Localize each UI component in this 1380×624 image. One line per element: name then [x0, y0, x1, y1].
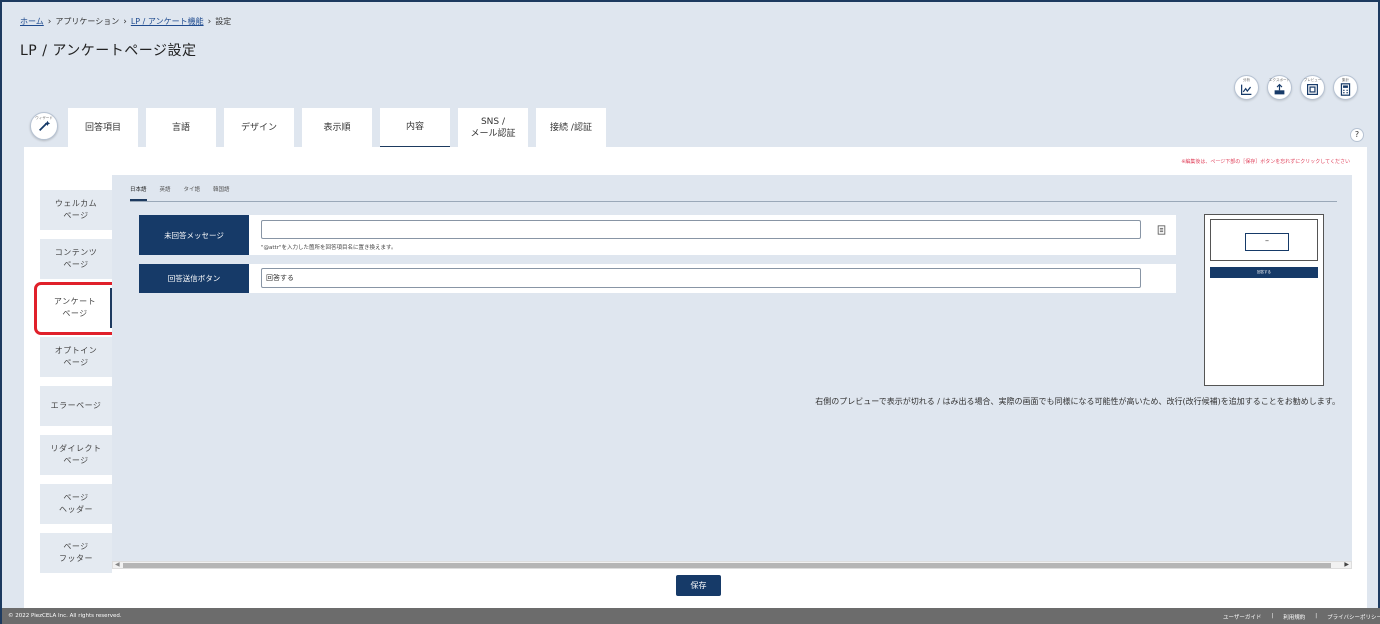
- lang-tab-korean[interactable]: 韓国語: [213, 185, 230, 201]
- nav-item-optin[interactable]: オプトイン ページ: [40, 337, 112, 377]
- preview-button[interactable]: プレビュー: [1300, 75, 1325, 100]
- preview-submit-button: 回答する: [1210, 267, 1318, 278]
- preview-message-box: –: [1210, 219, 1318, 261]
- save-button[interactable]: 保存: [676, 575, 721, 596]
- unanswered-message-input[interactable]: [261, 220, 1141, 239]
- submit-button-text-input[interactable]: 回答する: [261, 268, 1141, 288]
- tab-sns-mail-auth[interactable]: SNS / メール認証: [458, 108, 528, 148]
- top-icon-group: 分析 エクスポート プレビュー 集計: [1234, 75, 1358, 100]
- nav-item-welcome[interactable]: ウェルカム ページ: [40, 190, 112, 230]
- calculator-button-label: 集計: [1342, 78, 1349, 82]
- nav-item-footer[interactable]: ページ フッター: [40, 533, 112, 573]
- nav-label: ウェルカム: [54, 199, 98, 208]
- save-warning: ※編集後は、ページ下部の［保存］ボタンを忘れずにクリックしてください: [1181, 159, 1350, 165]
- nav-label: リダイレクト: [50, 444, 102, 453]
- nav-label: オプトイン: [54, 346, 98, 355]
- page-nav: ウェルカム ページ コンテンツ ページ アンケート ページ オプトイン ページ エラーペ…: [34, 190, 126, 582]
- chart-button[interactable]: 分析: [1234, 75, 1259, 100]
- nav-label: ページ: [63, 542, 89, 551]
- breadcrumb-lp-link[interactable]: LP / アンケート機能: [131, 16, 204, 27]
- language-tabs: 日本語 英語 タイ語 韓国語: [130, 185, 230, 201]
- nav-label: ページ: [63, 456, 89, 465]
- page-title: LP / アンケートページ設定: [20, 43, 197, 59]
- breadcrumb-separator-icon: ›: [47, 16, 52, 27]
- footer-separator: |: [1271, 613, 1274, 619]
- help-button[interactable]: ?: [1350, 128, 1364, 142]
- breadcrumb: ホーム › アプリケーション › LP / アンケート機能 › 設定: [20, 16, 231, 27]
- breadcrumb-separator-icon: ›: [123, 16, 127, 27]
- tab-display-order[interactable]: 表示順: [302, 108, 372, 148]
- document-icon[interactable]: [1157, 225, 1166, 235]
- tab-sns-line2: メール認証: [470, 129, 516, 139]
- attr-hint: "@attr"を入力した箇所を回答項目名に置き換えます。: [261, 245, 397, 251]
- footer-link-terms[interactable]: 利用規約: [1283, 613, 1305, 621]
- unanswered-message-row: 未回答メッセージ "@attr"を入力した箇所を回答項目名に置き換えます。: [139, 215, 1176, 255]
- tab-answer-items[interactable]: 回答項目: [68, 108, 138, 148]
- preview-pane: – 回答する: [1204, 214, 1324, 386]
- tab-bar: ウィザード 回答項目 言語 デザイン 表示順 内容 SNS / メール認証 接続…: [30, 108, 614, 148]
- nav-label: ページ: [63, 211, 89, 220]
- nav-label: ページ: [63, 493, 89, 502]
- lang-tab-japanese[interactable]: 日本語: [130, 185, 147, 201]
- scroll-left-icon[interactable]: ◀: [115, 561, 120, 568]
- chart-icon: [1241, 84, 1252, 95]
- nav-item-header[interactable]: ページ ヘッダー: [40, 484, 112, 524]
- footer: © 2022 PiezCELA Inc. All rights reserved…: [2, 608, 1380, 624]
- footer-link-privacy[interactable]: プライバシーポリシー: [1327, 613, 1380, 621]
- nav-label: ページ: [63, 260, 89, 269]
- footer-separator: |: [1315, 613, 1318, 619]
- preview-input: –: [1245, 233, 1289, 251]
- footer-links: ユーザーガイド | 利用規約 | プライバシーポリシー: [1223, 613, 1380, 621]
- nav-item-contents[interactable]: コンテンツ ページ: [40, 239, 112, 279]
- calculator-icon: [1340, 82, 1351, 96]
- tab-language[interactable]: 言語: [146, 108, 216, 148]
- nav-label: コンテンツ: [54, 248, 98, 257]
- nav-label: エラーページ: [50, 401, 102, 410]
- breadcrumb-home-link[interactable]: ホーム: [20, 16, 44, 27]
- horizontal-scrollbar[interactable]: ◀ ▶: [112, 561, 1352, 569]
- nav-label: ヘッダー: [59, 505, 93, 514]
- wizard-button-label: ウィザード: [35, 116, 53, 120]
- editor-area: 日本語 英語 タイ語 韓国語 未回答メッセージ "@attr"を入力した箇所を回…: [112, 175, 1352, 569]
- tab-content[interactable]: 内容: [380, 108, 450, 148]
- export-button[interactable]: エクスポート: [1267, 75, 1292, 100]
- tab-connection-auth[interactable]: 接続 /認証: [536, 108, 606, 148]
- content-panel: ※編集後は、ページ下部の［保存］ボタンを忘れずにクリックしてください ウェルカム…: [24, 147, 1367, 609]
- tab-design[interactable]: デザイン: [224, 108, 294, 148]
- export-icon: [1274, 83, 1285, 94]
- submit-button-row: 回答送信ボタン 回答する: [139, 264, 1176, 293]
- language-tab-divider: [130, 201, 1337, 202]
- calculator-button[interactable]: 集計: [1333, 75, 1358, 100]
- nav-label: ページ: [63, 358, 89, 367]
- submit-button-label: 回答送信ボタン: [139, 264, 249, 293]
- preview-icon: [1307, 83, 1318, 95]
- scrollbar-thumb[interactable]: [123, 563, 1331, 568]
- export-button-label: エクスポート: [1269, 78, 1290, 82]
- lang-tab-english[interactable]: 英語: [160, 185, 171, 201]
- preview-button-label: プレビュー: [1303, 78, 1322, 82]
- breadcrumb-applications: アプリケーション: [55, 17, 120, 26]
- magic-wand-icon: [39, 120, 51, 131]
- footer-link-user-guide[interactable]: ユーザーガイド: [1223, 613, 1261, 621]
- breadcrumb-separator-icon: ›: [207, 16, 212, 27]
- wizard-button[interactable]: ウィザード: [30, 112, 58, 140]
- lang-tab-thai[interactable]: タイ語: [184, 185, 201, 201]
- nav-item-error[interactable]: エラーページ: [40, 386, 112, 426]
- chart-button-label: 分析: [1243, 78, 1250, 82]
- preview-note: 右側のプレビューで表示が切れる / はみ出る場合、実際の画面でも同様になる可能性…: [815, 397, 1340, 406]
- tab-sns-line1: SNS /: [480, 117, 506, 127]
- copyright: © 2022 PiezCELA Inc. All rights reserved…: [8, 613, 122, 619]
- breadcrumb-current: 設定: [215, 17, 232, 26]
- nav-item-survey[interactable]: アンケート ページ: [34, 282, 126, 335]
- unanswered-message-label: 未回答メッセージ: [139, 215, 249, 255]
- scroll-right-icon[interactable]: ▶: [1344, 561, 1349, 568]
- nav-item-redirect[interactable]: リダイレクト ページ: [40, 435, 112, 475]
- nav-label: フッター: [59, 554, 93, 563]
- app-frame: ホーム › アプリケーション › LP / アンケート機能 › 設定 LP / …: [0, 0, 1380, 624]
